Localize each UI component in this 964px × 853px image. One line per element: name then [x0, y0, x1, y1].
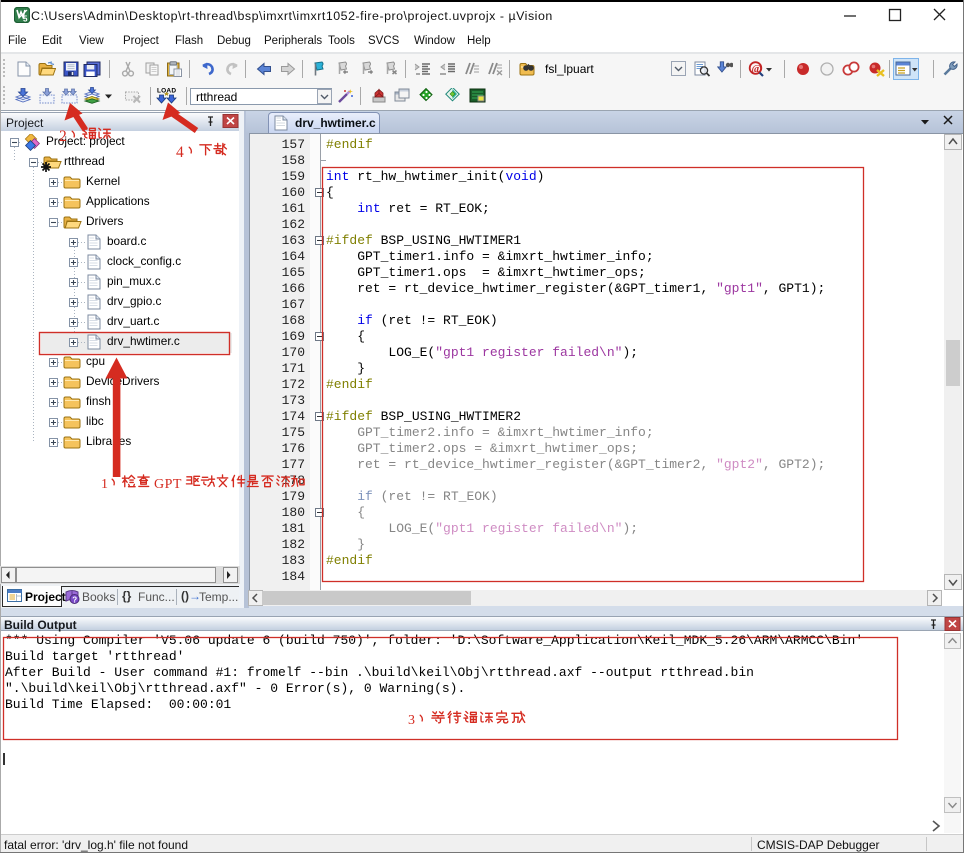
svg-text:?: ?: [72, 595, 77, 604]
svg-text:5: 5: [23, 15, 28, 24]
